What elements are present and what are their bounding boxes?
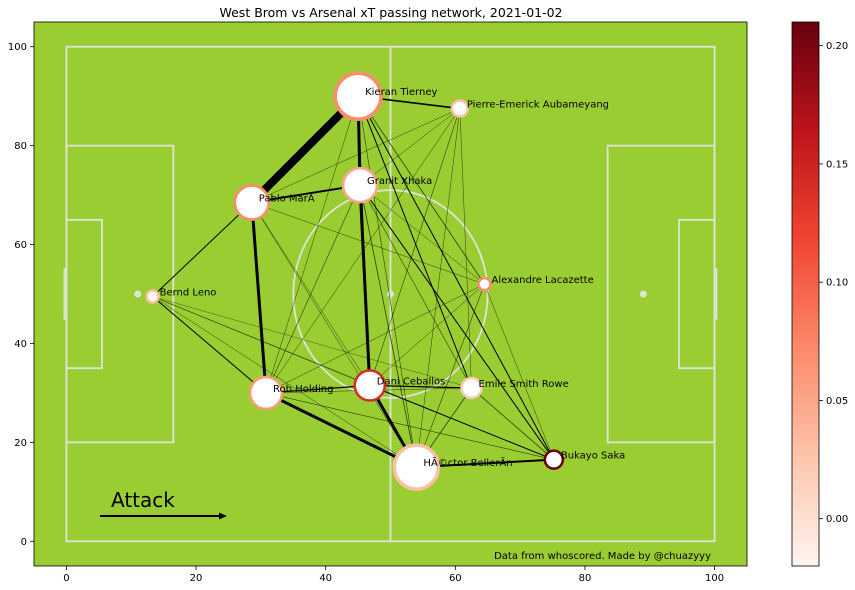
colorbar-tick-label: 0.20 [826,41,848,52]
x-tick-label: 0 [63,573,69,584]
attack-label: Attack [111,488,175,512]
y-tick-label: 20 [14,438,27,449]
center-spot [387,290,394,298]
player-label: HÃ©ctor BellerÃ­n [423,456,512,469]
player-label: Dani Ceballos [377,376,446,387]
x-tick-label: 100 [705,573,724,584]
colorbar-tick-label: 0.15 [826,159,848,170]
x-tick-label: 80 [579,573,592,584]
right-penalty-spot [639,290,647,298]
credit-text: Data from whoscored. Made by @chuazyyy [494,551,711,562]
passing-network-chart: West Brom vs Arsenal xT passing network,… [8,5,848,584]
left-penalty-spot [134,290,142,298]
colorbar-axis: 0.00 0.05 0.10 0.15 0.20 [819,41,848,525]
chart-title: West Brom vs Arsenal xT passing network,… [219,5,562,20]
y-tick-label: 40 [14,339,27,350]
y-tick-label: 60 [14,240,27,251]
player-label: Kieran Tierney [365,87,437,98]
colorbar-tick-label: 0.00 [826,514,848,525]
x-tick-label: 60 [449,573,462,584]
player-label: Bukayo Saka [561,451,625,462]
player-label: Granit Xhaka [367,176,432,187]
x-tick-label: 40 [319,573,332,584]
player-label: Pierre-Emerick Aubameyang [467,100,609,111]
figure: West Brom vs Arsenal xT passing network,… [0,0,855,590]
player-node [450,99,470,118]
y-axis: 0 20 40 60 80 100 [8,42,34,548]
colorbar [791,21,820,567]
colorbar-tick-label: 0.10 [826,278,848,289]
player-label: Emile Smith Rowe [479,379,569,390]
player-label: Pablo MarÃ­ [259,192,315,205]
player-label: Rob Holding [273,384,333,395]
player-label: Alexandre Lacazette [491,275,593,286]
x-axis: 0 20 40 60 80 100 [63,566,724,584]
y-tick-label: 80 [14,141,27,152]
player-label: Bernd Leno [160,287,217,298]
player-node [477,276,492,292]
y-tick-label: 100 [8,42,27,53]
colorbar-tick-label: 0.05 [826,396,848,407]
y-tick-label: 0 [21,537,27,548]
player-node [145,289,160,304]
x-tick-label: 20 [190,573,203,584]
